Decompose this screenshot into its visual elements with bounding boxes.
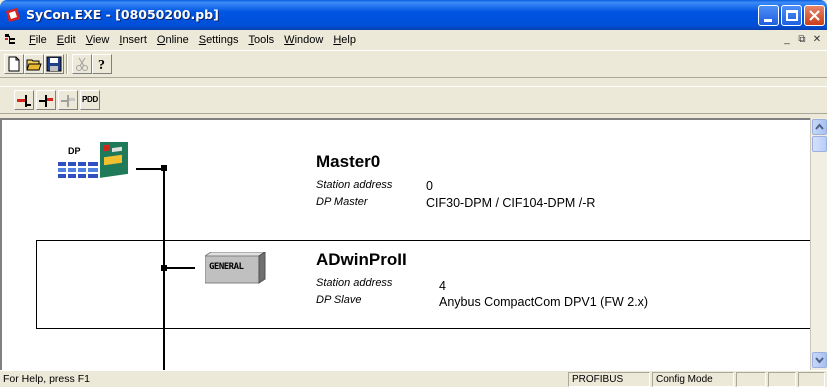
status-empty-panel-2: [768, 372, 796, 387]
status-mode-panel: Config Mode: [652, 372, 734, 387]
menu-window-label: indow: [294, 34, 324, 46]
menu-file-mnemonic: F: [29, 34, 36, 46]
document-system-menu-icon[interactable]: [4, 33, 18, 47]
master-station-address-value: 0: [426, 179, 433, 193]
menu-online[interactable]: Online: [152, 34, 194, 46]
master-icon-label: DP: [68, 146, 81, 156]
slave-name[interactable]: ADwinProII: [316, 250, 407, 270]
menu-file[interactable]: File: [24, 34, 52, 46]
master-name[interactable]: Master0: [316, 152, 380, 172]
scroll-thumb[interactable]: [812, 136, 827, 152]
menu-help-label: elp: [341, 34, 356, 46]
device-button[interactable]: [58, 90, 78, 110]
chevron-up-icon: [815, 123, 824, 130]
menu-online-label: nline: [165, 34, 189, 46]
title-bar: SyCon.EXE - [08050200.pb]: [0, 0, 827, 30]
general-device-label: GENERAL: [209, 262, 244, 272]
new-document-icon: [8, 56, 20, 72]
status-empty-panel-1: [736, 372, 766, 387]
toolbar-separator: [66, 54, 68, 74]
close-icon: [809, 10, 820, 21]
insert-slave-icon: [39, 95, 53, 107]
menu-insert[interactable]: Insert: [114, 34, 152, 46]
menu-file-label: ile: [35, 34, 47, 46]
menu-insert-label: nsert: [122, 34, 147, 46]
status-bus-panel: PROFIBUS: [568, 372, 650, 387]
minimize-button[interactable]: [758, 5, 779, 26]
new-button[interactable]: [4, 54, 24, 74]
menu-edit-mnemonic: E: [56, 34, 65, 46]
master-station-address-label: Station address: [316, 179, 393, 191]
disabled-device-icon: [61, 95, 75, 107]
menu-settings-mnemonic: S: [198, 34, 207, 46]
window-title: SyCon.EXE - [08050200.pb]: [26, 7, 219, 22]
menu-tools[interactable]: Tools: [243, 34, 279, 46]
save-button[interactable]: [44, 54, 64, 74]
save-disk-icon: [46, 56, 62, 72]
menu-view[interactable]: View: [81, 34, 115, 46]
master-type-value: CIF30-DPM / CIF104-DPM /-R: [426, 196, 596, 210]
slave-node-box[interactable]: [36, 240, 810, 329]
insert-master-button[interactable]: [14, 90, 34, 110]
menu-view-label: iew: [92, 34, 110, 46]
sycon-app-icon[interactable]: [5, 7, 21, 23]
close-button[interactable]: [804, 5, 825, 26]
vertical-scrollbar[interactable]: [810, 118, 827, 370]
svg-text:?: ?: [98, 58, 105, 72]
general-slave-device-icon[interactable]: GENERAL: [205, 252, 267, 285]
document-window-controls: _ ⧉ ✕: [781, 34, 823, 45]
menu-settings[interactable]: Settings: [194, 34, 244, 46]
pdd-label: PDD: [82, 95, 98, 104]
slave-station-address-label: Station address: [316, 277, 393, 289]
standard-toolbar: ?: [0, 50, 827, 78]
menu-settings-label: ettings: [206, 34, 239, 46]
open-folder-icon: [26, 59, 42, 71]
minimize-icon: [764, 19, 772, 22]
menu-view-mnemonic: V: [85, 34, 93, 46]
help-button[interactable]: ?: [92, 54, 112, 74]
open-button[interactable]: [24, 54, 44, 74]
menu-edit[interactable]: Edit: [52, 34, 81, 46]
doc-restore-icon[interactable]: ⧉: [796, 34, 808, 45]
network-view[interactable]: DP Master0 Station address 0 DP Master C…: [0, 118, 810, 370]
maximize-icon: [786, 10, 798, 21]
slave-type-value: Anybus CompactCom DPV1 (FW 2.x): [439, 295, 649, 309]
doc-minimize-icon[interactable]: _: [781, 34, 793, 45]
menu-help[interactable]: Help: [328, 34, 361, 46]
status-bar: For Help, press F1 PROFIBUS Config Mode: [0, 370, 827, 387]
status-empty-panel-3: [798, 372, 825, 387]
master-type-label: DP Master: [316, 196, 368, 208]
slave-station-address-value: 4: [439, 279, 446, 293]
menu-bar: File Edit View Insert Online Settings To…: [0, 30, 827, 50]
menu-edit-label: dit: [64, 34, 76, 46]
question-mark-icon: ?: [98, 58, 105, 72]
insert-master-icon: [17, 95, 31, 107]
pdd-button[interactable]: PDD: [80, 90, 100, 110]
slave-type-label: DP Slave: [316, 294, 362, 306]
scroll-up-button[interactable]: [812, 119, 827, 135]
disabled-tool-icon: [76, 57, 88, 71]
doc-close-icon[interactable]: ✕: [811, 34, 823, 45]
menu-window[interactable]: Window: [279, 34, 328, 46]
dp-master-card-icon[interactable]: DP: [56, 142, 136, 186]
cut-button[interactable]: [72, 54, 92, 74]
menu-window-mnemonic: W: [284, 34, 295, 46]
maximize-button[interactable]: [781, 5, 802, 26]
insert-slave-button[interactable]: [36, 90, 56, 110]
network-toolbar: PDD: [0, 86, 827, 114]
status-help-text: For Help, press F1: [3, 373, 90, 385]
chevron-down-icon: [815, 357, 824, 364]
scroll-down-button[interactable]: [812, 352, 827, 368]
menu-tools-label: ools: [253, 34, 275, 46]
